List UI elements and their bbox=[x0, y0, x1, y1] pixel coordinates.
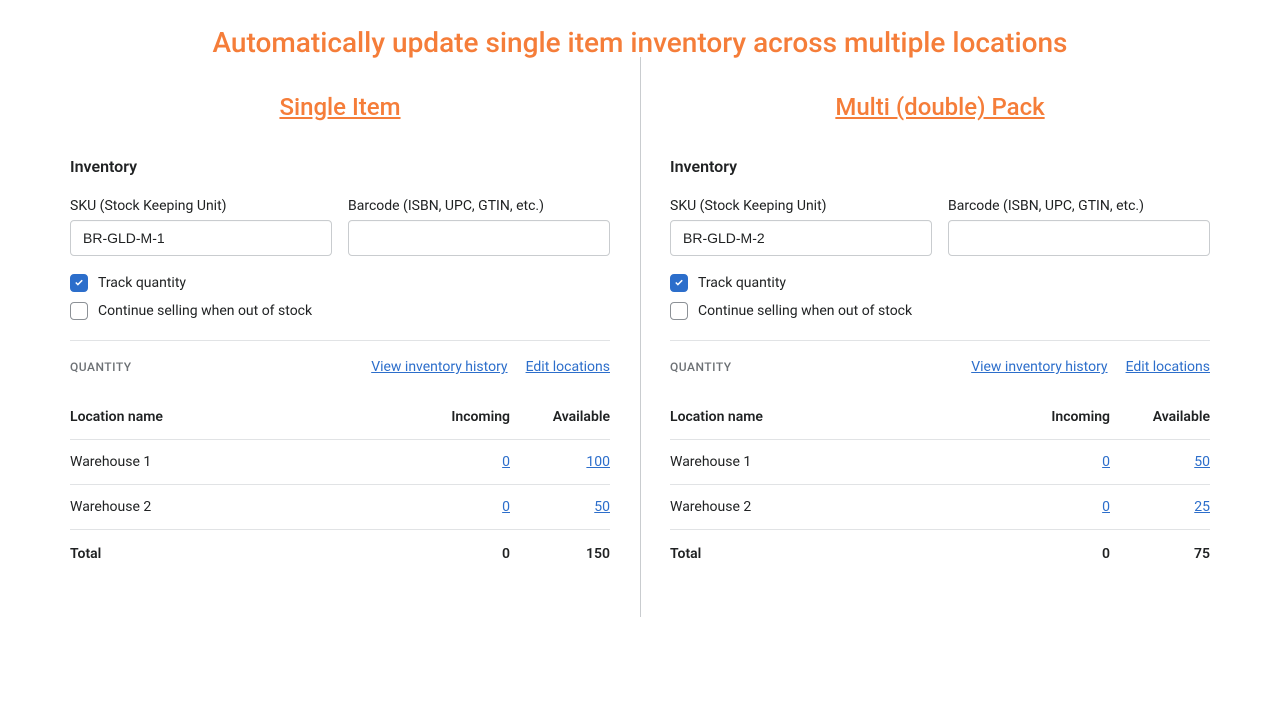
barcode-field: Barcode (ISBN, UPC, GTIN, etc.) bbox=[948, 198, 1210, 256]
track-quantity-row: Track quantity bbox=[670, 274, 1210, 292]
incoming-value[interactable]: 0 bbox=[1102, 454, 1110, 470]
inventory-section-title: Inventory bbox=[670, 157, 1210, 176]
sku-input[interactable] bbox=[70, 220, 332, 256]
locations-table: Location name Incoming Available Warehou… bbox=[70, 395, 610, 576]
quantity-caps: QUANTITY bbox=[670, 360, 732, 374]
table-total-row: Total 0 75 bbox=[670, 530, 1210, 577]
incoming-value[interactable]: 0 bbox=[502, 454, 510, 470]
col-location-name: Location name bbox=[70, 395, 400, 440]
total-available: 150 bbox=[510, 530, 610, 577]
edit-locations-link[interactable]: Edit locations bbox=[526, 359, 610, 375]
continue-selling-row: Continue selling when out of stock bbox=[70, 302, 610, 320]
continue-selling-label: Continue selling when out of stock bbox=[698, 303, 912, 319]
available-value[interactable]: 100 bbox=[586, 454, 610, 470]
sku-input[interactable] bbox=[670, 220, 932, 256]
track-quantity-checkbox[interactable] bbox=[670, 274, 688, 292]
edit-locations-link[interactable]: Edit locations bbox=[1126, 359, 1210, 375]
table-header-row: Location name Incoming Available bbox=[670, 395, 1210, 440]
table-row: Warehouse 2 0 25 bbox=[670, 485, 1210, 530]
panel-single-item: Single Item Inventory SKU (Stock Keeping… bbox=[70, 67, 610, 596]
total-incoming: 0 bbox=[1000, 530, 1110, 577]
total-incoming: 0 bbox=[400, 530, 510, 577]
total-available: 75 bbox=[1110, 530, 1210, 577]
sku-barcode-row: SKU (Stock Keeping Unit) Barcode (ISBN, … bbox=[70, 198, 610, 256]
table-row: Warehouse 1 0 100 bbox=[70, 440, 610, 485]
panels-container: Single Item Inventory SKU (Stock Keeping… bbox=[0, 67, 1280, 596]
available-value[interactable]: 50 bbox=[1194, 454, 1210, 470]
view-inventory-history-link[interactable]: View inventory history bbox=[371, 359, 507, 375]
panel-heading-multi: Multi (double) Pack bbox=[670, 67, 1210, 157]
continue-selling-checkbox[interactable] bbox=[670, 302, 688, 320]
section-divider bbox=[70, 340, 610, 341]
total-label: Total bbox=[70, 530, 400, 577]
total-label: Total bbox=[670, 530, 1000, 577]
quantity-header: QUANTITY View inventory history Edit loc… bbox=[670, 359, 1210, 375]
track-quantity-label: Track quantity bbox=[98, 275, 186, 291]
table-row: Warehouse 1 0 50 bbox=[670, 440, 1210, 485]
sku-barcode-row: SKU (Stock Keeping Unit) Barcode (ISBN, … bbox=[670, 198, 1210, 256]
barcode-label: Barcode (ISBN, UPC, GTIN, etc.) bbox=[348, 198, 610, 214]
location-name-cell: Warehouse 1 bbox=[70, 440, 400, 485]
quantity-header: QUANTITY View inventory history Edit loc… bbox=[70, 359, 610, 375]
col-incoming: Incoming bbox=[400, 395, 510, 440]
track-quantity-label: Track quantity bbox=[698, 275, 786, 291]
panel-multi-pack: Multi (double) Pack Inventory SKU (Stock… bbox=[670, 67, 1210, 596]
table-total-row: Total 0 150 bbox=[70, 530, 610, 577]
location-name-cell: Warehouse 2 bbox=[670, 485, 1000, 530]
col-available: Available bbox=[510, 395, 610, 440]
barcode-input[interactable] bbox=[948, 220, 1210, 256]
sku-label: SKU (Stock Keeping Unit) bbox=[70, 198, 332, 214]
inventory-section-title: Inventory bbox=[70, 157, 610, 176]
locations-table: Location name Incoming Available Warehou… bbox=[670, 395, 1210, 576]
location-name-cell: Warehouse 1 bbox=[670, 440, 1000, 485]
incoming-value[interactable]: 0 bbox=[1102, 499, 1110, 515]
sku-field: SKU (Stock Keeping Unit) bbox=[70, 198, 332, 256]
available-value[interactable]: 25 bbox=[1194, 499, 1210, 515]
table-row: Warehouse 2 0 50 bbox=[70, 485, 610, 530]
incoming-value[interactable]: 0 bbox=[502, 499, 510, 515]
quantity-links: View inventory history Edit locations bbox=[371, 359, 610, 375]
panel-heading-single: Single Item bbox=[70, 67, 610, 157]
col-location-name: Location name bbox=[670, 395, 1000, 440]
col-incoming: Incoming bbox=[1000, 395, 1110, 440]
quantity-links: View inventory history Edit locations bbox=[971, 359, 1210, 375]
section-divider bbox=[670, 340, 1210, 341]
barcode-input[interactable] bbox=[348, 220, 610, 256]
col-available: Available bbox=[1110, 395, 1210, 440]
available-value[interactable]: 50 bbox=[594, 499, 610, 515]
barcode-field: Barcode (ISBN, UPC, GTIN, etc.) bbox=[348, 198, 610, 256]
checkmark-icon bbox=[73, 277, 85, 289]
barcode-label: Barcode (ISBN, UPC, GTIN, etc.) bbox=[948, 198, 1210, 214]
view-inventory-history-link[interactable]: View inventory history bbox=[971, 359, 1107, 375]
table-header-row: Location name Incoming Available bbox=[70, 395, 610, 440]
track-quantity-checkbox[interactable] bbox=[70, 274, 88, 292]
sku-label: SKU (Stock Keeping Unit) bbox=[670, 198, 932, 214]
track-quantity-row: Track quantity bbox=[70, 274, 610, 292]
quantity-caps: QUANTITY bbox=[70, 360, 132, 374]
continue-selling-row: Continue selling when out of stock bbox=[670, 302, 1210, 320]
location-name-cell: Warehouse 2 bbox=[70, 485, 400, 530]
continue-selling-checkbox[interactable] bbox=[70, 302, 88, 320]
vertical-divider bbox=[640, 57, 641, 617]
checkmark-icon bbox=[673, 277, 685, 289]
sku-field: SKU (Stock Keeping Unit) bbox=[670, 198, 932, 256]
continue-selling-label: Continue selling when out of stock bbox=[98, 303, 312, 319]
